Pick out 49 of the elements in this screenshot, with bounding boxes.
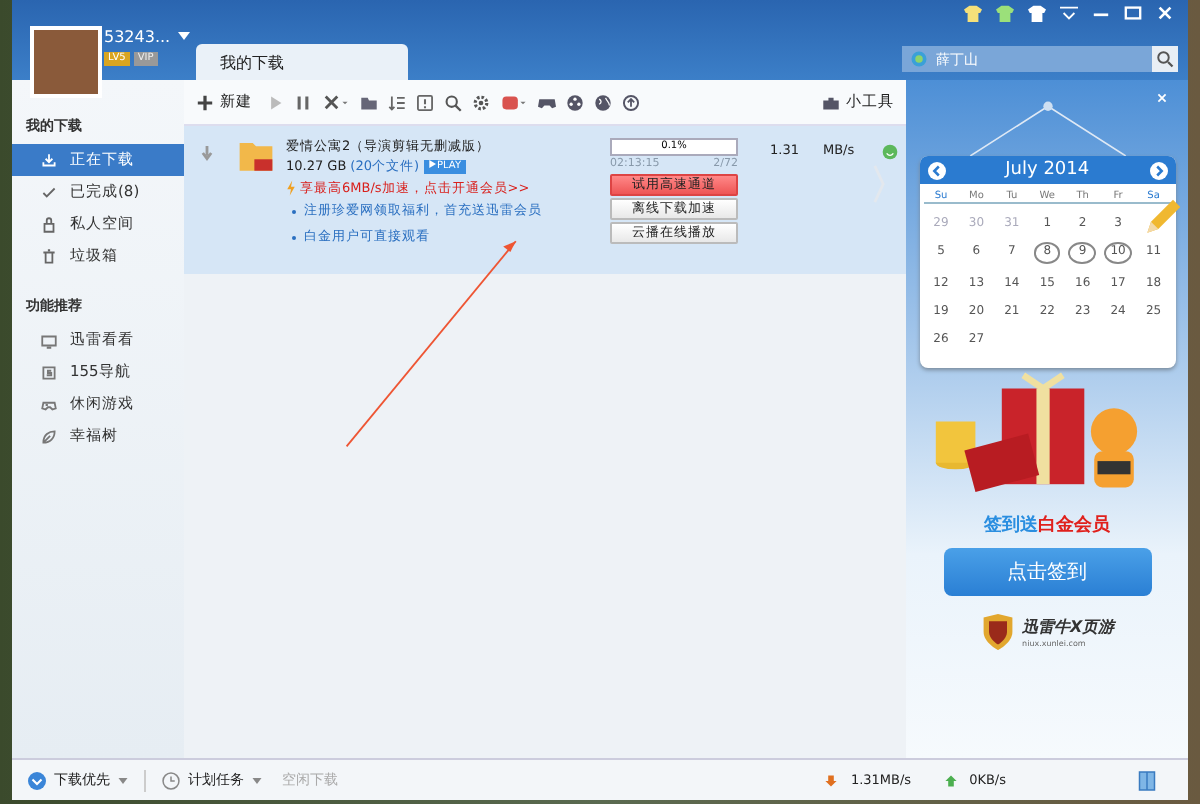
- info-icon[interactable]: [416, 93, 434, 111]
- chevron-circle-icon: [28, 771, 46, 789]
- bt-folder-icon: [238, 138, 274, 174]
- delete-icon[interactable]: [322, 93, 350, 111]
- leaf-icon: [40, 427, 58, 445]
- promo-highlight: 白金会员: [1038, 516, 1111, 536]
- caret-icon: [118, 777, 128, 783]
- lock-icon: [40, 215, 58, 233]
- trash-icon: [40, 247, 58, 265]
- toolbox-icon: [822, 93, 841, 111]
- done-icon: [40, 183, 58, 201]
- next-icon[interactable]: [1149, 161, 1168, 179]
- shirt-icon[interactable]: [962, 4, 984, 22]
- settings-icon[interactable]: [472, 93, 490, 111]
- download-arrow-icon: [824, 773, 839, 787]
- user-name[interactable]: 53243...: [104, 27, 171, 45]
- panel-toggle-icon[interactable]: [1138, 769, 1156, 791]
- sort-icon[interactable]: [388, 93, 406, 111]
- close-icon[interactable]: [1154, 4, 1176, 22]
- down-arrow-icon: [200, 144, 214, 162]
- search-icon[interactable]: [1152, 46, 1178, 72]
- maximize-icon[interactable]: [1122, 4, 1144, 22]
- close-icon[interactable]: [1156, 92, 1169, 104]
- caret-icon: [252, 777, 262, 783]
- promo-headline: 签到送: [984, 516, 1039, 536]
- clock-icon: [162, 771, 180, 789]
- tv-icon: [40, 331, 58, 349]
- pause-icon[interactable]: [294, 93, 312, 111]
- shirt-icon[interactable]: [994, 4, 1016, 22]
- smiley-icon: [882, 144, 899, 160]
- shirt-icon[interactable]: [1026, 4, 1048, 22]
- film-reel-icon[interactable]: [566, 93, 584, 111]
- upload-arrow-icon: [943, 773, 958, 787]
- lightning-icon: [286, 180, 296, 196]
- folder-icon[interactable]: [360, 93, 378, 111]
- download-tab[interactable]: 我的下载: [196, 44, 408, 84]
- search-icon[interactable]: [444, 93, 462, 111]
- avatar-placeholder[interactable]: [30, 26, 102, 98]
- globe-icon: [910, 50, 928, 68]
- menu-icon[interactable]: [1058, 4, 1080, 22]
- download-icon: [40, 151, 58, 169]
- previous-icon[interactable]: [927, 161, 946, 179]
- upload-circle-icon[interactable]: [622, 93, 640, 111]
- shield-logo-icon: [980, 612, 1017, 652]
- plus-icon: [196, 93, 214, 111]
- logo-text: 迅雷牛X页游: [1022, 616, 1115, 638]
- globe-icon[interactable]: [594, 93, 612, 111]
- calendar-title: July 2014: [1005, 160, 1090, 180]
- gamepad-icon[interactable]: [538, 93, 556, 111]
